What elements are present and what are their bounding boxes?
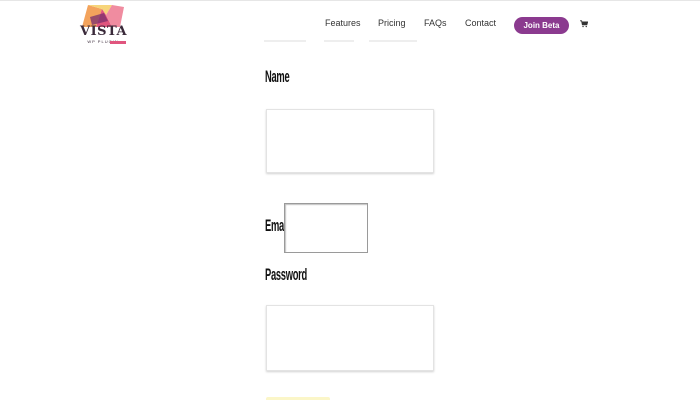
nav-link-contact[interactable]: Contact xyxy=(465,18,496,28)
logo-wordmark: VISTA xyxy=(80,24,128,39)
name-label: Name xyxy=(265,67,290,86)
shopping-cart-icon[interactable] xyxy=(580,20,588,28)
page: VISTA WP PLUGIN Features Pricing FAQs Co… xyxy=(0,0,700,400)
join-beta-button[interactable]: Join Beta xyxy=(514,17,569,34)
email-field[interactable] xyxy=(284,203,368,253)
nav-link-features[interactable]: Features xyxy=(325,18,361,28)
nav-link-faqs[interactable]: FAQs xyxy=(424,18,447,28)
logo-accent-bar xyxy=(110,41,126,44)
nav-link-pricing[interactable]: Pricing xyxy=(378,18,406,28)
faded-partial-text xyxy=(264,40,444,46)
password-field[interactable] xyxy=(266,305,434,371)
vista-logo[interactable]: VISTA WP PLUGIN xyxy=(80,5,128,45)
name-field[interactable] xyxy=(266,109,434,173)
password-label: Password xyxy=(265,265,307,284)
